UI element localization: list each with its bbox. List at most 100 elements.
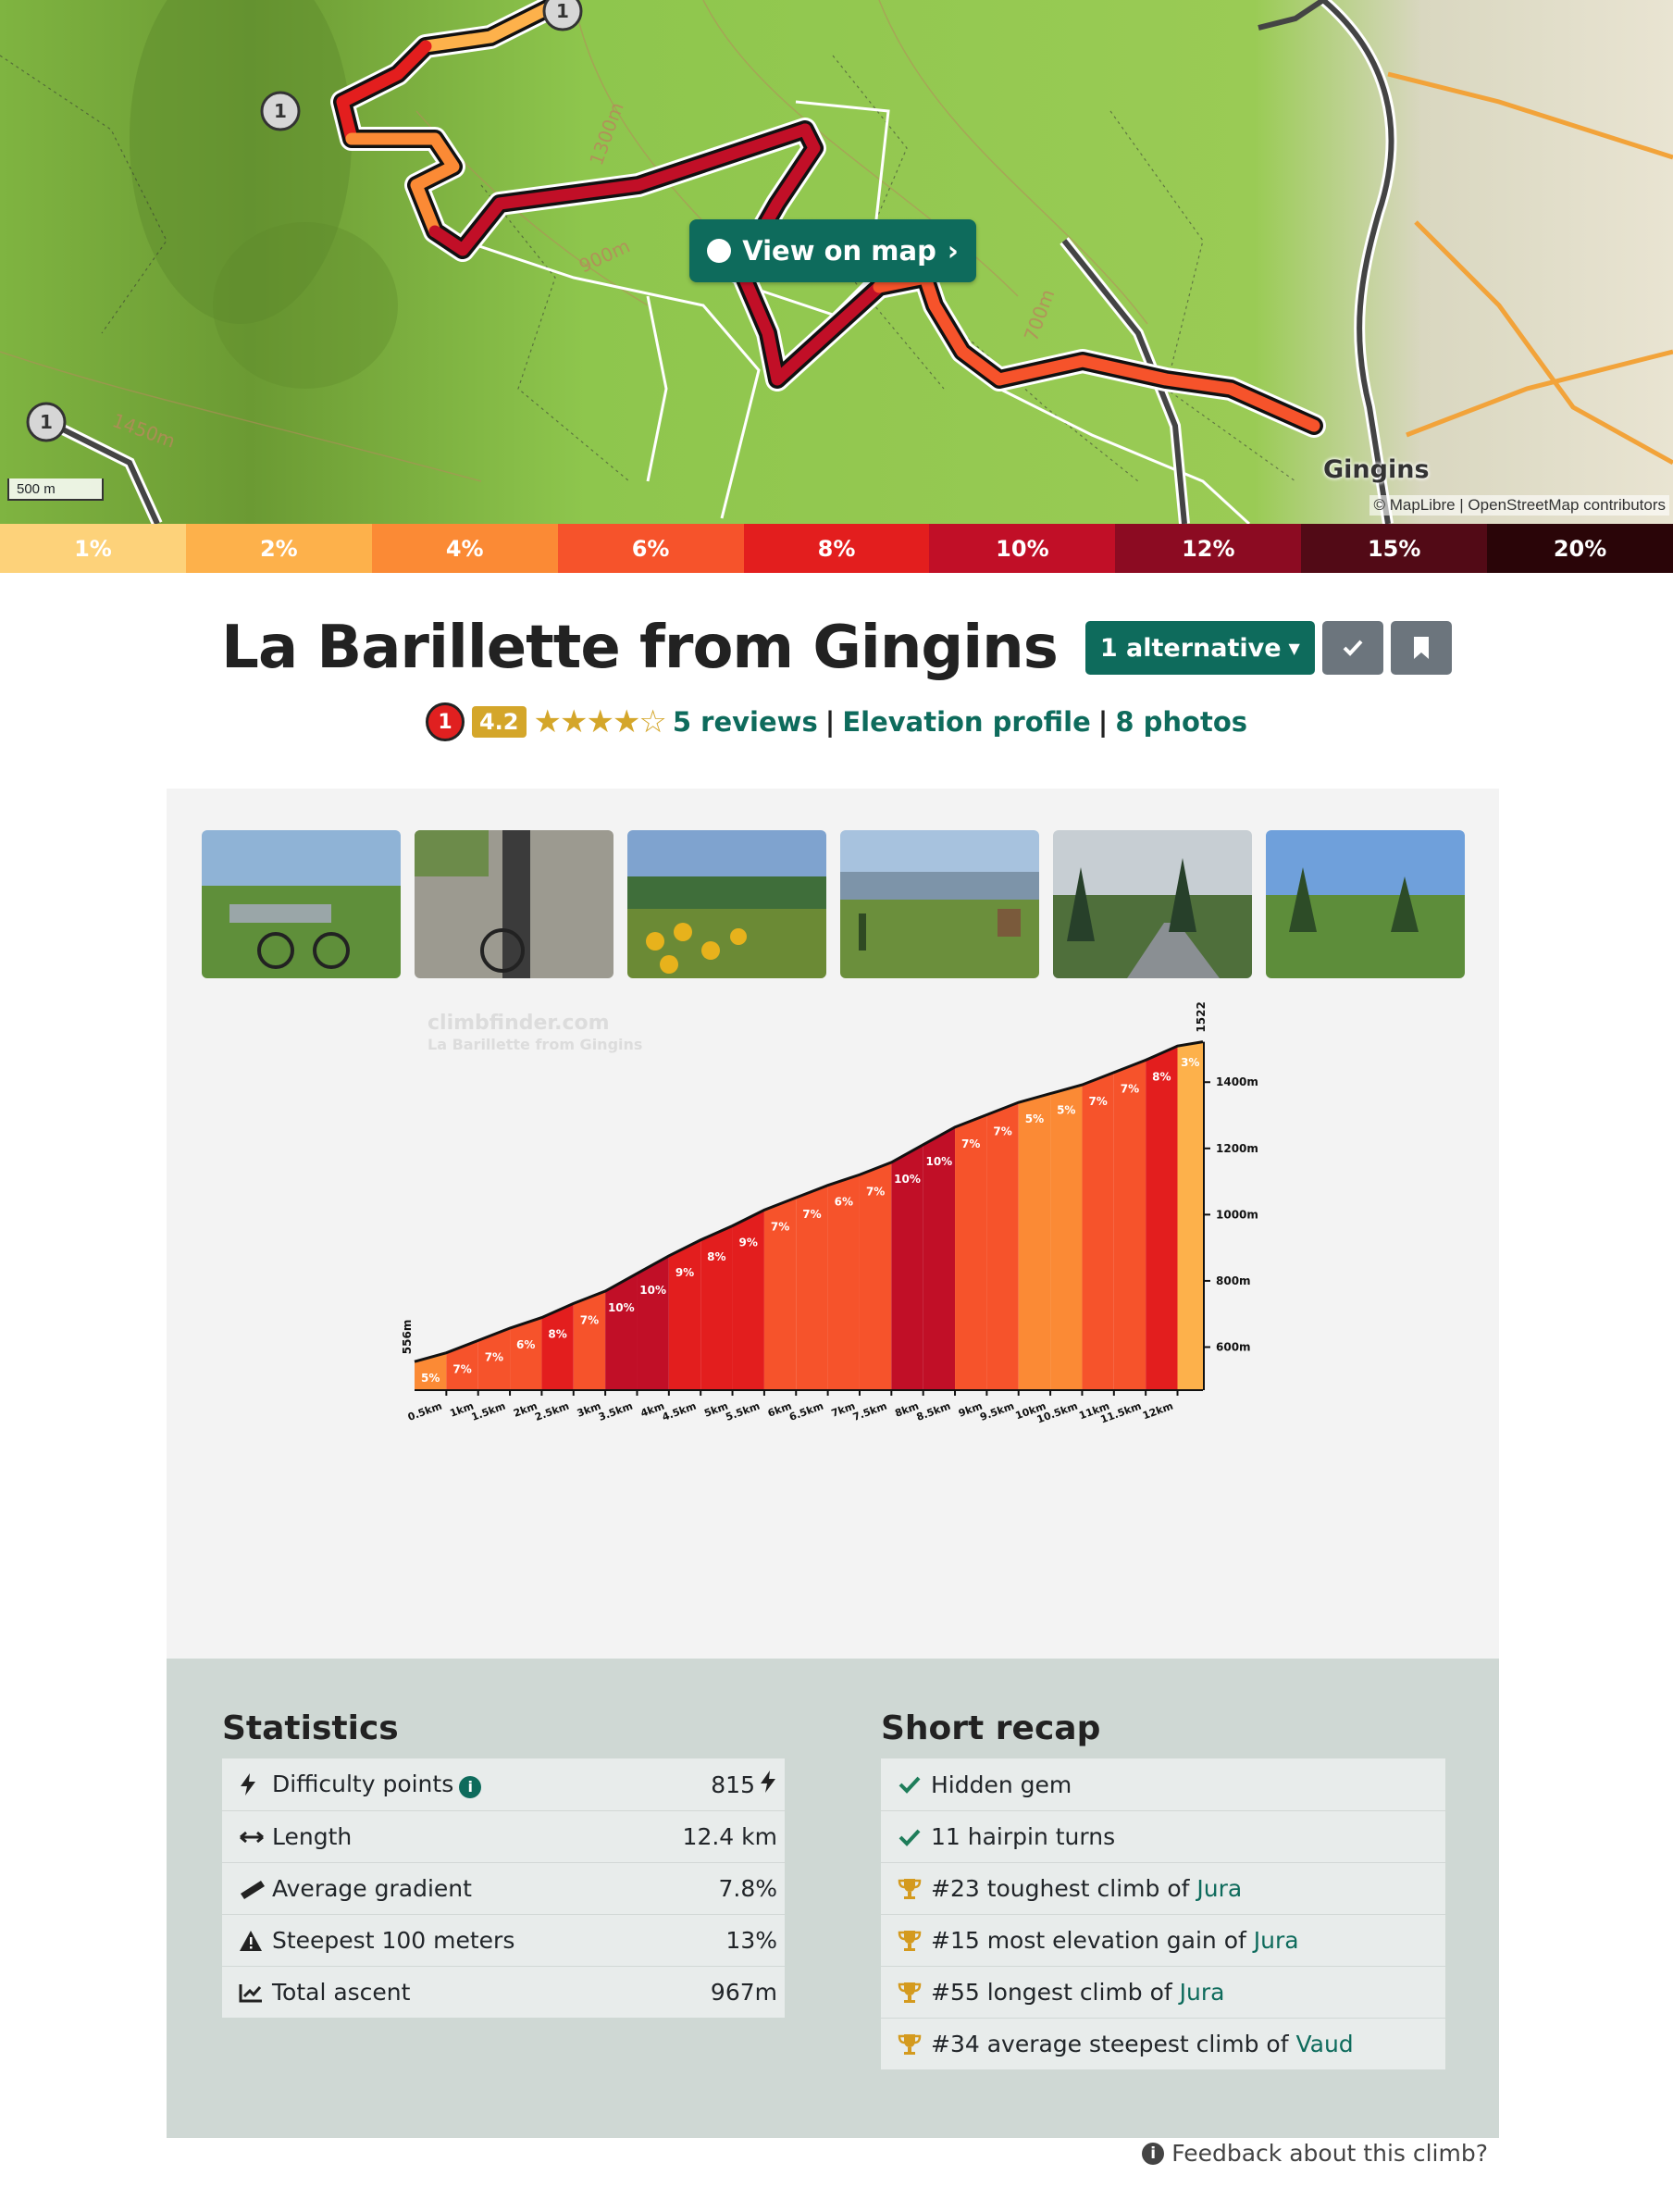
chevron-right-icon: › bbox=[947, 235, 959, 267]
trophy-icon bbox=[898, 1929, 931, 1953]
photo-thumbnail[interactable] bbox=[840, 830, 1039, 978]
map-town-label: Gingins bbox=[1323, 455, 1430, 484]
check-icon bbox=[898, 1827, 931, 1847]
profile-segment bbox=[1113, 1060, 1146, 1390]
segment-gradient-label: 7% bbox=[1088, 1095, 1107, 1108]
legend-segment: 10% bbox=[929, 524, 1116, 573]
statistic-value: 13% bbox=[725, 1927, 777, 1954]
region-link[interactable]: Jura bbox=[1196, 1875, 1242, 1902]
x-tick-label: 3.5km bbox=[597, 1400, 634, 1423]
climb-content-panel: climbfinder.com La Barillette from Gingi… bbox=[167, 789, 1499, 1659]
photo-strip bbox=[202, 830, 1465, 978]
segment-gradient-label: 7% bbox=[866, 1185, 885, 1198]
x-tick-label: 5.5km bbox=[725, 1400, 762, 1423]
legend-segment: 6% bbox=[557, 524, 744, 573]
check-icon bbox=[898, 1774, 931, 1795]
x-axis-ticks: 0.5km 1km1.5km 2km2.5km 3km3.5km 4km4.5km 5km… bbox=[406, 1390, 1179, 1426]
photo-thumbnail[interactable] bbox=[202, 830, 401, 978]
lightning-icon bbox=[759, 1770, 777, 1799]
statistic-label: Average gradient bbox=[272, 1875, 472, 1902]
feedback-link[interactable]: i Feedback about this climb? bbox=[1142, 2140, 1488, 2167]
recap-text: #55 longest climb of Jura bbox=[931, 1979, 1225, 2006]
bookmark-button[interactable] bbox=[1390, 621, 1452, 675]
segment-gradient-label: 8% bbox=[1152, 1070, 1171, 1083]
recap-row: #23 toughest climb of Jura bbox=[881, 1862, 1445, 1914]
recap-column: Short recap Hidden gem 11 hairpin turns #2… bbox=[881, 1709, 1445, 2069]
segment-gradient-label: 3% bbox=[1181, 1056, 1199, 1069]
check-icon bbox=[1343, 640, 1363, 656]
elevation-profile-link[interactable]: Elevation profile bbox=[842, 706, 1090, 738]
segment-gradient-label: 7% bbox=[771, 1220, 789, 1233]
profile-segment bbox=[1050, 1085, 1083, 1390]
x-tick-label: 4.5km bbox=[661, 1400, 698, 1423]
y-tick-label: 1000m bbox=[1216, 1208, 1258, 1221]
y-tick-label: 800m bbox=[1216, 1274, 1251, 1287]
mark-climbed-button[interactable] bbox=[1321, 621, 1383, 675]
segment-gradient-label: 7% bbox=[452, 1363, 471, 1376]
lightning-icon bbox=[239, 1772, 272, 1796]
reviews-link[interactable]: 5 reviews bbox=[673, 706, 818, 738]
legend-segment: 1% bbox=[0, 524, 186, 573]
recap-table: Hidden gem 11 hairpin turns #23 toughest c… bbox=[881, 1758, 1445, 2069]
legend-segment: 2% bbox=[185, 524, 372, 573]
statistics-row: Average gradient 7.8% bbox=[222, 1862, 785, 1914]
segment-gradient-label: 8% bbox=[548, 1328, 566, 1341]
recap-text: 11 hairpin turns bbox=[931, 1823, 1116, 1850]
statistics-heading: Statistics bbox=[222, 1709, 399, 1747]
climb-meta-row: 1 4.2 ★★★★☆ 5 reviews | Elevation profil… bbox=[0, 699, 1673, 745]
alternatives-dropdown-button[interactable]: 1 alternative ▼ bbox=[1084, 621, 1315, 675]
segment-gradient-label: 9% bbox=[675, 1266, 694, 1279]
legend-segment: 15% bbox=[1301, 524, 1488, 573]
statistic-value: 7.8% bbox=[718, 1875, 777, 1902]
elevation-profile-chart: climbfinder.com La Barillette from Gingi… bbox=[401, 1001, 1258, 1426]
photos-link[interactable]: 8 photos bbox=[1115, 706, 1247, 738]
profile-segment bbox=[1146, 1046, 1178, 1390]
gradient-legend: 1% 2% 4% 6% 8% 10% 12% 15% 20% bbox=[0, 524, 1673, 573]
feedback-label: Feedback about this climb? bbox=[1171, 2140, 1488, 2167]
segment-gradient-label: 9% bbox=[739, 1236, 758, 1249]
profile-segment bbox=[573, 1291, 606, 1390]
start-elevation-label: 556m bbox=[401, 1320, 414, 1355]
region-link[interactable]: Jura bbox=[1254, 1927, 1299, 1954]
recap-text: #23 toughest climb of Jura bbox=[931, 1875, 1243, 1902]
segment-gradient-label: 8% bbox=[707, 1250, 725, 1263]
x-tick-label: 2.5km bbox=[533, 1400, 570, 1423]
star-rating[interactable]: ★★★★☆ bbox=[534, 703, 667, 740]
alternatives-label: 1 alternative bbox=[1099, 633, 1282, 663]
region-link[interactable]: Vaud bbox=[1295, 2031, 1353, 2057]
x-tick-label: 12km bbox=[1141, 1400, 1174, 1423]
y-tick-label: 1200m bbox=[1216, 1142, 1258, 1155]
statistics-row: Steepest 100 meters 13% bbox=[222, 1914, 785, 1966]
statistic-value: 815 bbox=[711, 1770, 777, 1799]
region-link[interactable]: Jura bbox=[1180, 1979, 1225, 2006]
x-tick-label: 8.5km bbox=[915, 1400, 952, 1423]
statistics-table: Difficulty points i 815 Length 12.4 km Averag… bbox=[222, 1758, 785, 2018]
statistics-row: Total ascent 967m bbox=[222, 1966, 785, 2018]
photo-thumbnail[interactable] bbox=[1053, 830, 1252, 978]
map-attribution[interactable]: © MapLibre | OpenStreetMap contributors bbox=[1369, 495, 1669, 516]
info-icon[interactable]: i bbox=[453, 1771, 482, 1798]
photo-thumbnail[interactable] bbox=[1266, 830, 1465, 978]
climb-map[interactable]: 1 1 1 1450m 1300m 900m 700m View on map … bbox=[0, 0, 1673, 524]
x-tick-label: 1.5km bbox=[470, 1400, 507, 1423]
y-tick-label: 1400m bbox=[1216, 1075, 1258, 1088]
photo-thumbnail[interactable] bbox=[627, 830, 826, 978]
segment-gradient-label: 5% bbox=[1025, 1112, 1044, 1125]
segment-gradient-label: 10% bbox=[894, 1173, 921, 1186]
legend-segment: 20% bbox=[1487, 524, 1673, 573]
segment-gradient-label: 7% bbox=[993, 1125, 1011, 1137]
segment-gradient-label: 7% bbox=[485, 1350, 503, 1363]
map-scale-bar: 500 m bbox=[7, 478, 104, 501]
segment-gradient-label: 5% bbox=[421, 1372, 440, 1385]
page-title: La Barillette from Gingins bbox=[221, 614, 1059, 682]
bookmark-icon bbox=[1413, 637, 1429, 659]
ruler-icon bbox=[239, 1879, 272, 1899]
x-tick-label: 7.5km bbox=[851, 1400, 888, 1423]
statistic-label: Steepest 100 meters bbox=[272, 1927, 515, 1954]
photo-thumbnail[interactable] bbox=[415, 830, 613, 978]
view-on-map-button[interactable]: View on map › bbox=[689, 219, 976, 282]
segment-gradient-label: 6% bbox=[516, 1338, 535, 1351]
recap-text: #34 average steepest climb of Vaud bbox=[931, 2031, 1354, 2057]
profile-segment bbox=[668, 1239, 701, 1390]
separator: | bbox=[824, 706, 836, 738]
